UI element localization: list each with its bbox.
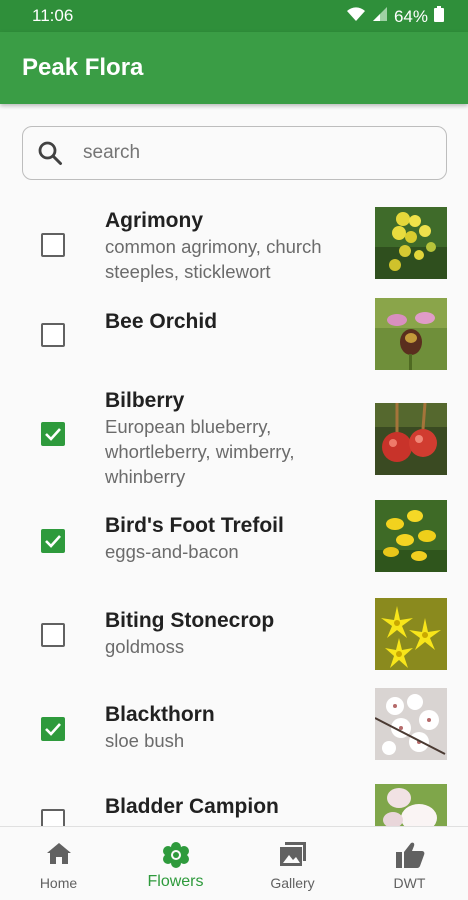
flower-list[interactable]: Agrimony common agrimony, church steeple…	[0, 196, 468, 826]
flower-name: Bird's Foot Trefoil	[105, 514, 284, 537]
app-title: Peak Flora	[22, 54, 144, 81]
checkbox[interactable]	[41, 809, 65, 826]
battery-icon	[434, 6, 444, 27]
checkbox[interactable]	[41, 623, 65, 647]
flower-common-names: eggs-and-bacon	[105, 541, 239, 562]
flower-common-names: European blueberry, whortleberry, wimber…	[105, 416, 295, 487]
checkbox[interactable]	[41, 422, 65, 446]
flower-icon	[162, 842, 189, 868]
flower-thumbnail[interactable]	[375, 784, 447, 826]
gallery-icon	[279, 842, 306, 866]
nav-label: Home	[39, 875, 78, 891]
app-bar: Peak Flora	[0, 32, 468, 104]
list-item[interactable]: Bird's Foot Trefoil eggs-and-bacon	[0, 500, 468, 600]
list-item[interactable]: Agrimony common agrimony, church steeple…	[0, 196, 468, 288]
nav-flowers[interactable]: Flowers	[117, 827, 234, 900]
flower-common-names: sloe bush	[105, 730, 185, 751]
thumbs-up-icon	[395, 842, 424, 868]
list-item[interactable]: Blackthorn sloe bush	[0, 688, 468, 788]
list-item[interactable]: Bilberry European blueberry, whortleberr…	[0, 380, 468, 506]
flower-thumbnail[interactable]	[375, 688, 447, 760]
flower-name: Bladder Campion	[105, 795, 279, 818]
nav-dwt[interactable]: DWT	[351, 827, 468, 900]
flower-thumbnail[interactable]	[375, 207, 447, 279]
checkbox[interactable]	[41, 529, 65, 553]
bottom-nav: Home Flowers Gallery DWT	[0, 826, 468, 900]
flower-name: Agrimony	[105, 209, 204, 232]
flower-common-names: common agrimony, church steeples, stickl…	[105, 236, 322, 282]
flower-thumbnail[interactable]	[375, 598, 447, 670]
nav-label: Gallery	[270, 875, 315, 891]
status-bar: 11:06 64%	[0, 0, 468, 32]
flower-thumbnail[interactable]	[375, 500, 447, 572]
search-input[interactable]	[83, 139, 423, 167]
checkbox[interactable]	[41, 323, 65, 347]
flower-name: Bilberry	[105, 389, 185, 412]
list-item[interactable]: Biting Stonecrop goldmoss	[0, 598, 468, 694]
flower-thumbnail[interactable]	[375, 298, 447, 370]
nav-gallery[interactable]: Gallery	[234, 827, 351, 900]
list-item[interactable]: Bee Orchid	[0, 288, 468, 380]
list-item[interactable]: Bladder Campion	[0, 784, 468, 826]
flower-thumbnail[interactable]	[375, 403, 447, 475]
checkbox[interactable]	[41, 233, 65, 257]
flower-name: Biting Stonecrop	[105, 609, 275, 632]
flower-name: Bee Orchid	[105, 310, 218, 333]
checkbox[interactable]	[41, 717, 65, 741]
wifi-icon	[346, 6, 366, 27]
flower-common-names: goldmoss	[105, 636, 185, 657]
signal-icon	[372, 6, 388, 27]
search-icon	[37, 140, 63, 166]
nav-home[interactable]: Home	[0, 827, 117, 900]
flower-name: Blackthorn	[105, 703, 215, 726]
nav-label: Flowers	[147, 873, 204, 890]
home-icon	[46, 843, 71, 864]
status-time: 11:06	[32, 6, 74, 25]
nav-label: DWT	[393, 875, 426, 891]
status-icons: 64%	[346, 6, 444, 27]
battery-level: 64%	[393, 6, 428, 26]
search-bar[interactable]	[22, 126, 447, 180]
